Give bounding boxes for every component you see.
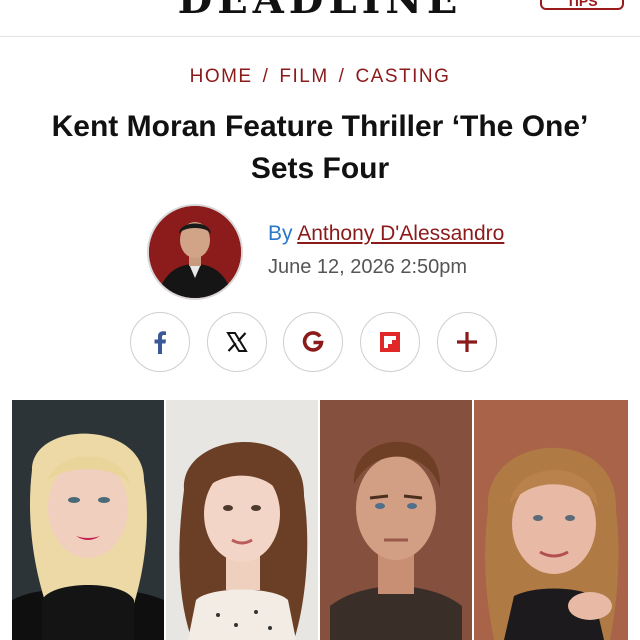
x-icon — [226, 332, 248, 352]
publish-date: June 12, 2026 2:50pm — [268, 256, 468, 278]
author-avatar[interactable] — [147, 204, 243, 300]
cast-photo-1 — [12, 400, 164, 640]
facebook-icon — [154, 331, 166, 354]
breadcrumb-separator: / — [338, 66, 346, 87]
breadcrumb: HOME / FILM / CASTING — [0, 66, 640, 88]
site-header: DEADLINE TIPS — [0, 0, 640, 37]
breadcrumb-film[interactable]: FILM — [279, 66, 328, 87]
google-icon — [302, 331, 324, 352]
byline: By Anthony D'Alessandro — [268, 222, 504, 246]
breadcrumb-home[interactable]: HOME — [190, 66, 253, 87]
cast-photo-3 — [320, 400, 472, 640]
byline-prefix: By — [268, 222, 293, 245]
share-more-button[interactable] — [437, 312, 497, 372]
breadcrumb-casting[interactable]: CASTING — [355, 66, 450, 87]
share-facebook-button[interactable] — [130, 312, 190, 372]
share-google-button[interactable] — [283, 312, 343, 372]
share-flipboard-button[interactable] — [360, 312, 420, 372]
cast-photo-4 — [474, 400, 628, 640]
tips-button[interactable]: TIPS — [540, 0, 624, 10]
breadcrumb-separator: / — [262, 66, 270, 87]
cast-photo-2 — [166, 400, 318, 640]
share-x-button[interactable] — [207, 312, 267, 372]
plus-icon — [457, 332, 477, 352]
article-title: Kent Moran Feature Thriller ‘The One’ Se… — [51, 110, 589, 185]
author-link[interactable]: Anthony D'Alessandro — [297, 222, 504, 245]
cast-photo-strip — [12, 400, 628, 640]
flipboard-icon — [380, 332, 400, 352]
